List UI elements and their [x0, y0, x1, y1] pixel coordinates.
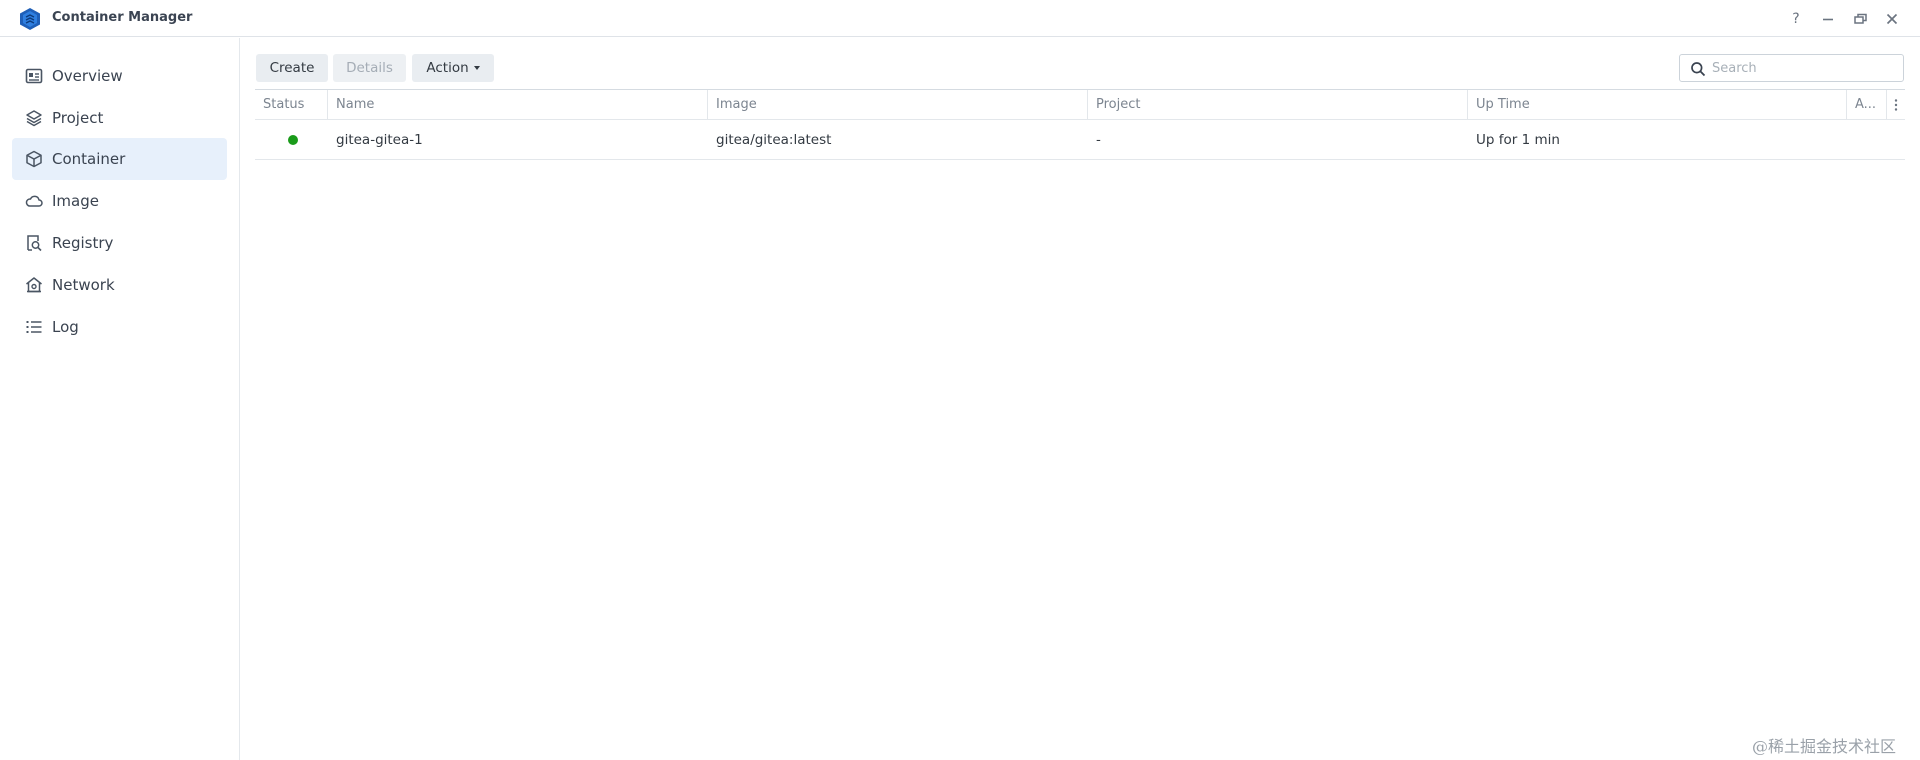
help-icon[interactable]: ? [1785, 8, 1807, 30]
column-menu-icon[interactable] [1887, 90, 1905, 120]
restore-icon[interactable] [1849, 8, 1871, 30]
cell-up-time: Up for 1 min [1476, 132, 1560, 148]
container-manager-logo-icon [19, 7, 41, 31]
registry-search-icon [25, 234, 43, 252]
details-button[interactable]: Details [333, 54, 406, 82]
sidebar-item-label: Network [52, 276, 115, 294]
close-icon[interactable] [1881, 8, 1903, 30]
chevron-down-icon [473, 66, 480, 70]
sidebar-item-label: Overview [52, 67, 123, 85]
sidebar-item-log[interactable]: Log [12, 306, 227, 348]
sidebar-item-network[interactable]: Network [12, 264, 227, 306]
watermark-text: @稀土掘金技术社区 [1752, 737, 1897, 756]
container-manager-window: Container Manager ? Overview Project Con… [0, 0, 1920, 760]
column-header-name[interactable]: Name [328, 90, 708, 120]
minimize-icon[interactable] [1817, 8, 1839, 30]
search-field[interactable] [1679, 54, 1904, 82]
app-title: Container Manager [52, 10, 193, 25]
create-button-label: Create [269, 60, 315, 76]
action-dropdown-button[interactable]: Action [412, 54, 494, 82]
sidebar-item-label: Container [52, 150, 126, 168]
column-header-truncated[interactable]: A... [1847, 90, 1887, 120]
sidebar-item-container[interactable]: Container [12, 138, 227, 180]
sidebar-item-label: Project [52, 109, 104, 127]
details-button-label: Details [346, 60, 393, 76]
column-header-image[interactable]: Image [708, 90, 1088, 120]
search-icon [1690, 61, 1706, 77]
sidebar: Overview Project Container Image Registr… [0, 38, 240, 760]
cell-name: gitea-gitea-1 [336, 132, 423, 148]
sidebar-item-image[interactable]: Image [12, 180, 227, 222]
table-row[interactable]: gitea-gitea-1 gitea/gitea:latest - Up fo… [255, 120, 1905, 160]
cloud-icon [25, 192, 43, 210]
cell-image: gitea/gitea:latest [716, 132, 832, 148]
sidebar-item-label: Log [52, 318, 79, 336]
column-header-up-time[interactable]: Up Time [1468, 90, 1847, 120]
sidebar-item-label: Registry [52, 234, 114, 252]
container-table: Status Name Image Project Up Time A... g… [255, 89, 1905, 161]
help-glyph: ? [1792, 11, 1800, 27]
title-bar: Container Manager ? [0, 0, 1920, 37]
column-header-project[interactable]: Project [1088, 90, 1468, 120]
table-header: Status Name Image Project Up Time A... [255, 89, 1905, 120]
network-house-icon [25, 276, 43, 294]
list-icon [25, 318, 43, 336]
cube-icon [25, 150, 43, 168]
create-button[interactable]: Create [256, 54, 328, 82]
overview-icon [25, 67, 43, 85]
sidebar-item-registry[interactable]: Registry [12, 222, 227, 264]
layers-icon [25, 109, 43, 127]
column-header-status[interactable]: Status [255, 90, 328, 120]
cell-project: - [1096, 132, 1101, 148]
sidebar-item-project[interactable]: Project [12, 97, 227, 139]
search-input[interactable] [1712, 58, 1897, 78]
status-running-dot-icon [288, 135, 298, 145]
sidebar-item-overview[interactable]: Overview [12, 55, 227, 97]
action-button-label: Action [426, 60, 469, 76]
sidebar-item-label: Image [52, 192, 99, 210]
